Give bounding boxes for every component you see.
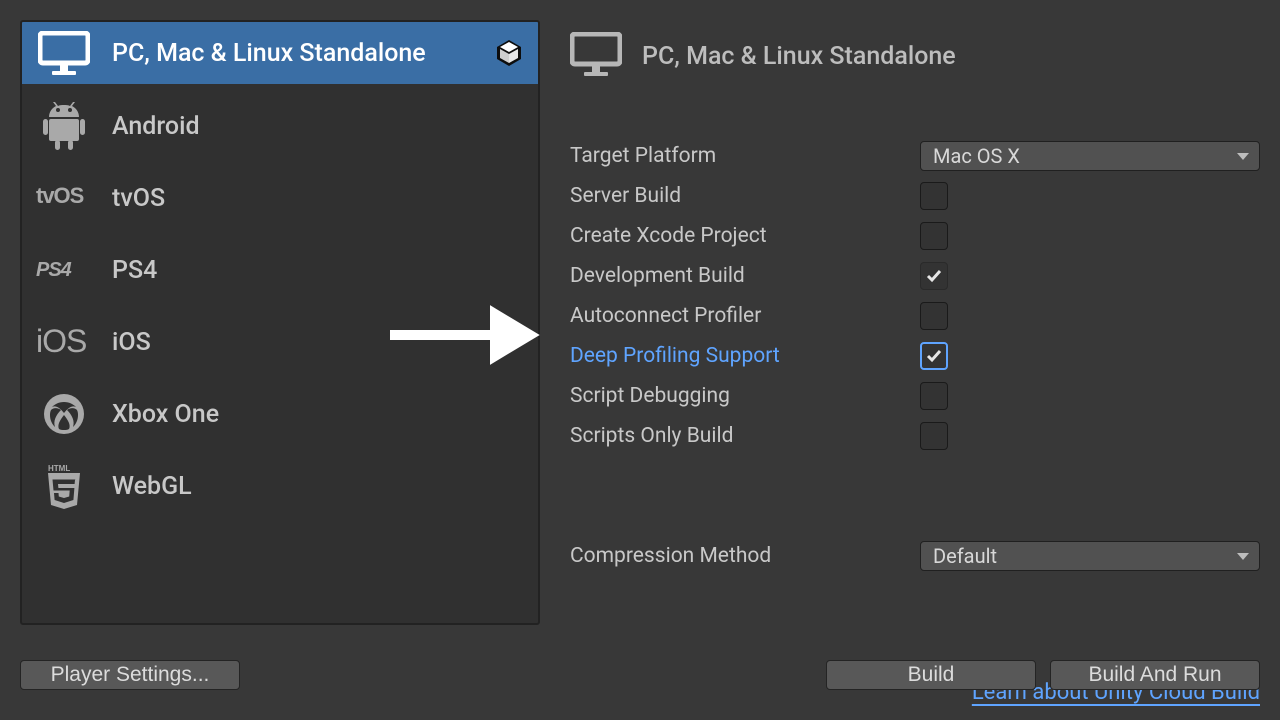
platform-label: PS4 — [112, 256, 157, 285]
svg-text:HTML: HTML — [48, 464, 70, 473]
platform-item-xboxone[interactable]: Xbox One — [22, 378, 538, 450]
monitor-icon — [570, 32, 622, 80]
ios-icon: iOS — [36, 324, 92, 360]
platform-item-ps4[interactable]: PS4 PS4 — [22, 234, 538, 306]
setting-development-build: Development Build — [570, 256, 1260, 296]
unity-icon — [494, 38, 524, 68]
platform-item-android[interactable]: Android — [22, 90, 538, 162]
setting-create-xcode: Create Xcode Project — [570, 216, 1260, 256]
platform-label: WebGL — [112, 472, 192, 501]
development-build-checkbox[interactable] — [920, 262, 948, 290]
platform-label: tvOS — [112, 184, 165, 213]
platform-label: Xbox One — [112, 400, 219, 429]
setting-target-platform: Target Platform Mac OS X — [570, 136, 1260, 176]
create-xcode-checkbox[interactable] — [920, 222, 948, 250]
server-build-checkbox[interactable] — [920, 182, 948, 210]
setting-scripts-only-build: Scripts Only Build — [570, 416, 1260, 456]
svg-text:tvOS: tvOS — [36, 183, 84, 208]
setting-deep-profiling: Deep Profiling Support — [570, 336, 1260, 376]
ps4-icon: PS4 — [36, 258, 92, 282]
scripts-only-checkbox[interactable] — [920, 422, 948, 450]
player-settings-button[interactable]: Player Settings... — [20, 660, 240, 690]
android-icon — [36, 102, 92, 150]
detail-title: PC, Mac & Linux Standalone — [642, 42, 956, 71]
html5-icon: HTML — [36, 463, 92, 509]
target-platform-dropdown[interactable]: Mac OS X — [920, 141, 1260, 171]
setting-script-debugging: Script Debugging — [570, 376, 1260, 416]
platform-label: iOS — [112, 328, 151, 357]
xbox-icon — [36, 393, 92, 435]
deep-profiling-checkbox[interactable] — [920, 342, 948, 370]
setting-compression-method: Compression Method Default — [570, 536, 1260, 576]
svg-text:iOS: iOS — [36, 324, 86, 359]
chevron-down-icon — [1237, 153, 1249, 160]
platform-detail-panel: PC, Mac & Linux Standalone Target Platfo… — [540, 20, 1260, 720]
monitor-icon — [36, 31, 92, 75]
chevron-down-icon — [1237, 553, 1249, 560]
script-debugging-checkbox[interactable] — [920, 382, 948, 410]
build-button[interactable]: Build — [826, 660, 1036, 690]
compression-method-dropdown[interactable]: Default — [920, 541, 1260, 571]
platform-item-ios[interactable]: iOS iOS — [22, 306, 538, 378]
autoconnect-profiler-checkbox[interactable] — [920, 302, 948, 330]
build-and-run-button[interactable]: Build And Run — [1050, 660, 1260, 690]
platform-label: Android — [112, 112, 200, 141]
platform-label: PC, Mac & Linux Standalone — [112, 39, 426, 68]
platform-item-tvos[interactable]: tvOS tvOS — [22, 162, 538, 234]
tvos-icon: tvOS — [36, 183, 92, 213]
platform-item-pc[interactable]: PC, Mac & Linux Standalone — [22, 22, 538, 84]
svg-text:PS4: PS4 — [36, 259, 72, 281]
platform-list: PC, Mac & Linux Standalone Android tvOS … — [20, 20, 540, 625]
setting-server-build: Server Build — [570, 176, 1260, 216]
setting-autoconnect-profiler: Autoconnect Profiler — [570, 296, 1260, 336]
platform-item-webgl[interactable]: HTML WebGL — [22, 450, 538, 522]
